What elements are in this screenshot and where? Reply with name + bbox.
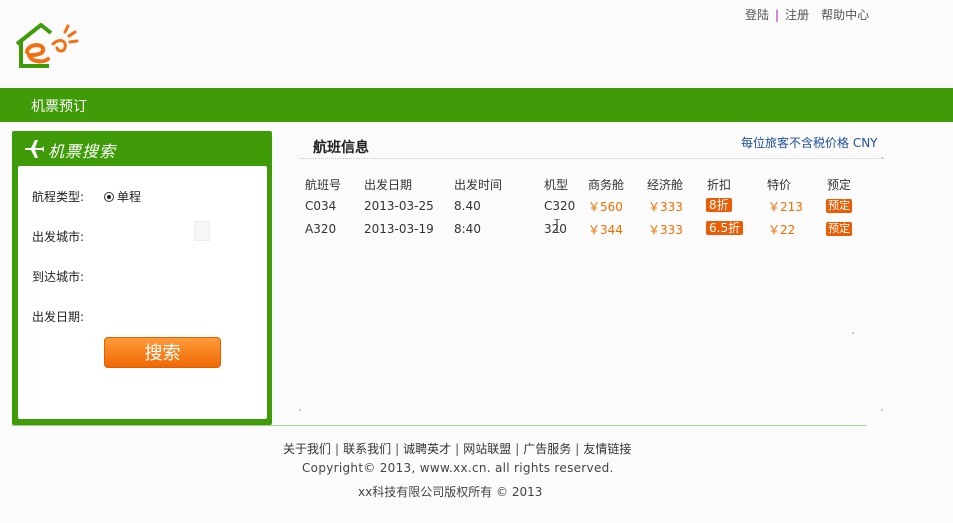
book-cell: 预定 bbox=[826, 198, 852, 213]
book-cell: 预定 bbox=[826, 221, 852, 236]
column-header-date: 出发日期 bbox=[364, 178, 413, 192]
column-header-aircraft: 机型 bbox=[544, 178, 569, 192]
economy-price-cell: ￥333 bbox=[648, 223, 683, 237]
date-cell: 2013-03-19 bbox=[364, 222, 434, 236]
departure-date-label: 出发日期: bbox=[32, 310, 85, 324]
arrival-city-label: 到达城市: bbox=[32, 270, 85, 284]
footer-link-ads[interactable]: 广告服务 bbox=[523, 442, 571, 456]
flight-search-panel: 机票搜索 航程类型: 单程 出发城市: 到达城市: 出发日期: 搜索 bbox=[12, 131, 272, 425]
search-panel-header: 机票搜索 bbox=[12, 131, 272, 165]
trip-type-label: 航程类型: bbox=[32, 190, 85, 204]
copyright-text: Copyright© 2013, www.xx.cn. all rights r… bbox=[302, 461, 614, 475]
one-way-label: 单程 bbox=[117, 190, 142, 204]
help-center-link[interactable]: 帮助中心 bbox=[821, 6, 869, 23]
divider: | bbox=[775, 8, 780, 22]
discount-badge: 8折 bbox=[706, 198, 732, 212]
departure-city-input[interactable] bbox=[194, 221, 210, 241]
divider bbox=[300, 158, 884, 160]
footer-link-affiliate[interactable]: 网站联盟 bbox=[463, 442, 511, 456]
search-button[interactable]: 搜索 bbox=[104, 337, 221, 368]
flight-no-cell: C034 bbox=[305, 199, 337, 213]
footer-links: 关于我们 | 联系我们 | 诚聘英才 | 网站联盟 | 广告服务 | 友情链接 bbox=[283, 442, 632, 456]
footer-divider bbox=[12, 425, 866, 426]
footer-link-careers[interactable]: 诚聘英才 bbox=[403, 442, 451, 456]
departure-city-label: 出发城市: bbox=[32, 230, 85, 244]
flight-no-cell: A320 bbox=[305, 222, 337, 236]
login-link[interactable]: 登陆 bbox=[745, 6, 769, 23]
radio-checked-icon[interactable] bbox=[104, 191, 114, 202]
time-cell: 8:40 bbox=[454, 222, 481, 236]
economy-price-cell: ￥333 bbox=[648, 200, 683, 214]
panel-corner-mark bbox=[852, 332, 854, 334]
book-button[interactable]: 预定 bbox=[826, 199, 852, 213]
search-panel-title: 机票搜索 bbox=[48, 142, 117, 161]
site-logo[interactable] bbox=[15, 22, 79, 70]
airplane-icon bbox=[25, 140, 44, 158]
footer-link-friends[interactable]: 友情链接 bbox=[583, 442, 631, 456]
column-header-time: 出发时间 bbox=[454, 178, 503, 192]
company-text: xx科技有限公司版权所有 © 2013 bbox=[358, 485, 543, 499]
aircraft-cell: C320 bbox=[544, 199, 576, 213]
column-header-flight-no: 航班号 bbox=[305, 178, 342, 192]
discount-badge: 6.5折 bbox=[706, 221, 744, 235]
discount-cell: 6.5折 bbox=[706, 221, 744, 235]
special-price-cell: ￥213 bbox=[768, 200, 803, 214]
business-price-cell: ￥560 bbox=[588, 200, 623, 214]
text-cursor-icon bbox=[554, 219, 560, 233]
one-way-radio-option[interactable]: 单程 bbox=[104, 188, 141, 205]
main-nav-bar: 机票预订 bbox=[0, 88, 953, 122]
column-header-economy: 经济舱 bbox=[647, 178, 684, 192]
panel-corner-mark bbox=[881, 157, 883, 159]
register-link[interactable]: 注册 bbox=[785, 6, 809, 23]
top-links: 登陆 | 注册 帮助中心 bbox=[745, 6, 869, 23]
flight-info-title: 航班信息 bbox=[313, 140, 369, 156]
discount-cell: 8折 bbox=[706, 198, 732, 212]
special-price-cell: ￥22 bbox=[768, 223, 796, 237]
column-header-business: 商务舱 bbox=[588, 178, 625, 192]
column-header-discount: 折扣 bbox=[707, 178, 732, 192]
footer-link-about[interactable]: 关于我们 bbox=[283, 442, 331, 456]
column-header-special: 特价 bbox=[767, 178, 792, 192]
date-cell: 2013-03-25 bbox=[364, 199, 434, 213]
panel-corner-mark bbox=[881, 409, 883, 411]
price-note: 每位旅客不含税价格 CNY bbox=[741, 136, 878, 150]
business-price-cell: ￥344 bbox=[588, 223, 623, 237]
column-header-book: 预定 bbox=[827, 178, 852, 192]
nav-title[interactable]: 机票预订 bbox=[31, 96, 87, 116]
time-cell: 8.40 bbox=[454, 199, 481, 213]
search-form: 航程类型: 单程 出发城市: 到达城市: 出发日期: 搜索 bbox=[18, 166, 267, 419]
footer-link-contact[interactable]: 联系我们 bbox=[343, 442, 391, 456]
panel-corner-mark bbox=[299, 409, 301, 411]
book-button[interactable]: 预定 bbox=[826, 222, 852, 236]
